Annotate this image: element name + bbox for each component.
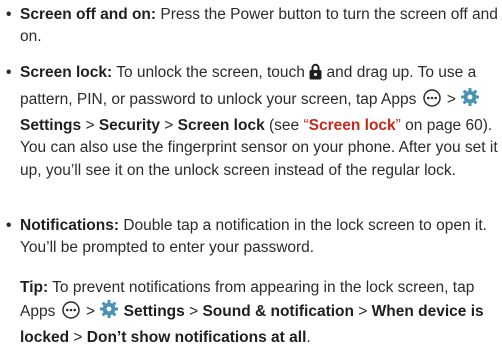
- cross-reference-label: Screen lock: [308, 116, 396, 134]
- heading-notifications: Notifications:: [20, 217, 120, 234]
- tip-label: Tip:: [20, 279, 49, 296]
- list-item-screen-off-on: • Screen off and on: Press the Power but…: [6, 4, 502, 49]
- security-label: Security: [98, 116, 160, 134]
- text: >: [354, 303, 372, 321]
- cross-reference-link[interactable]: “Screen lock”: [303, 117, 400, 134]
- lock-icon: [309, 63, 322, 87]
- text: >: [81, 303, 100, 321]
- text: >: [184, 303, 203, 321]
- screen-lock-label: Screen lock: [177, 116, 265, 134]
- sound-notification-label: Sound & notification: [202, 303, 354, 321]
- apps-icon: [421, 89, 443, 114]
- settings-label: Settings: [123, 303, 185, 321]
- heading-screen-off-on: Screen off and on:: [20, 6, 157, 23]
- gear-icon: [99, 299, 119, 326]
- tip-paragraph: Tip: To prevent notifications from appea…: [20, 277, 502, 349]
- dont-show-notifications-label: Don’t show notifications at all: [86, 328, 307, 346]
- text: >: [69, 328, 87, 346]
- bullet: •: [6, 64, 12, 81]
- text: To unlock the screen, touch: [112, 64, 310, 81]
- text: >: [160, 116, 178, 134]
- text: .: [306, 328, 311, 346]
- text: >: [81, 116, 99, 134]
- gear-icon: [460, 87, 480, 114]
- list-item-notifications: • Notifications: Double tap a notificati…: [6, 215, 502, 260]
- heading-screen-lock: Screen lock:: [20, 64, 113, 81]
- list-item-screen-lock: • Screen lock: To unlock the screen, tou…: [6, 62, 502, 182]
- bullet: •: [6, 6, 12, 23]
- manual-page: • Screen off and on: Press the Power but…: [0, 0, 502, 346]
- apps-icon: [60, 301, 82, 326]
- bullet: •: [6, 217, 12, 234]
- settings-label: Settings: [20, 116, 82, 134]
- text: (see: [264, 116, 304, 134]
- text: >: [442, 91, 461, 109]
